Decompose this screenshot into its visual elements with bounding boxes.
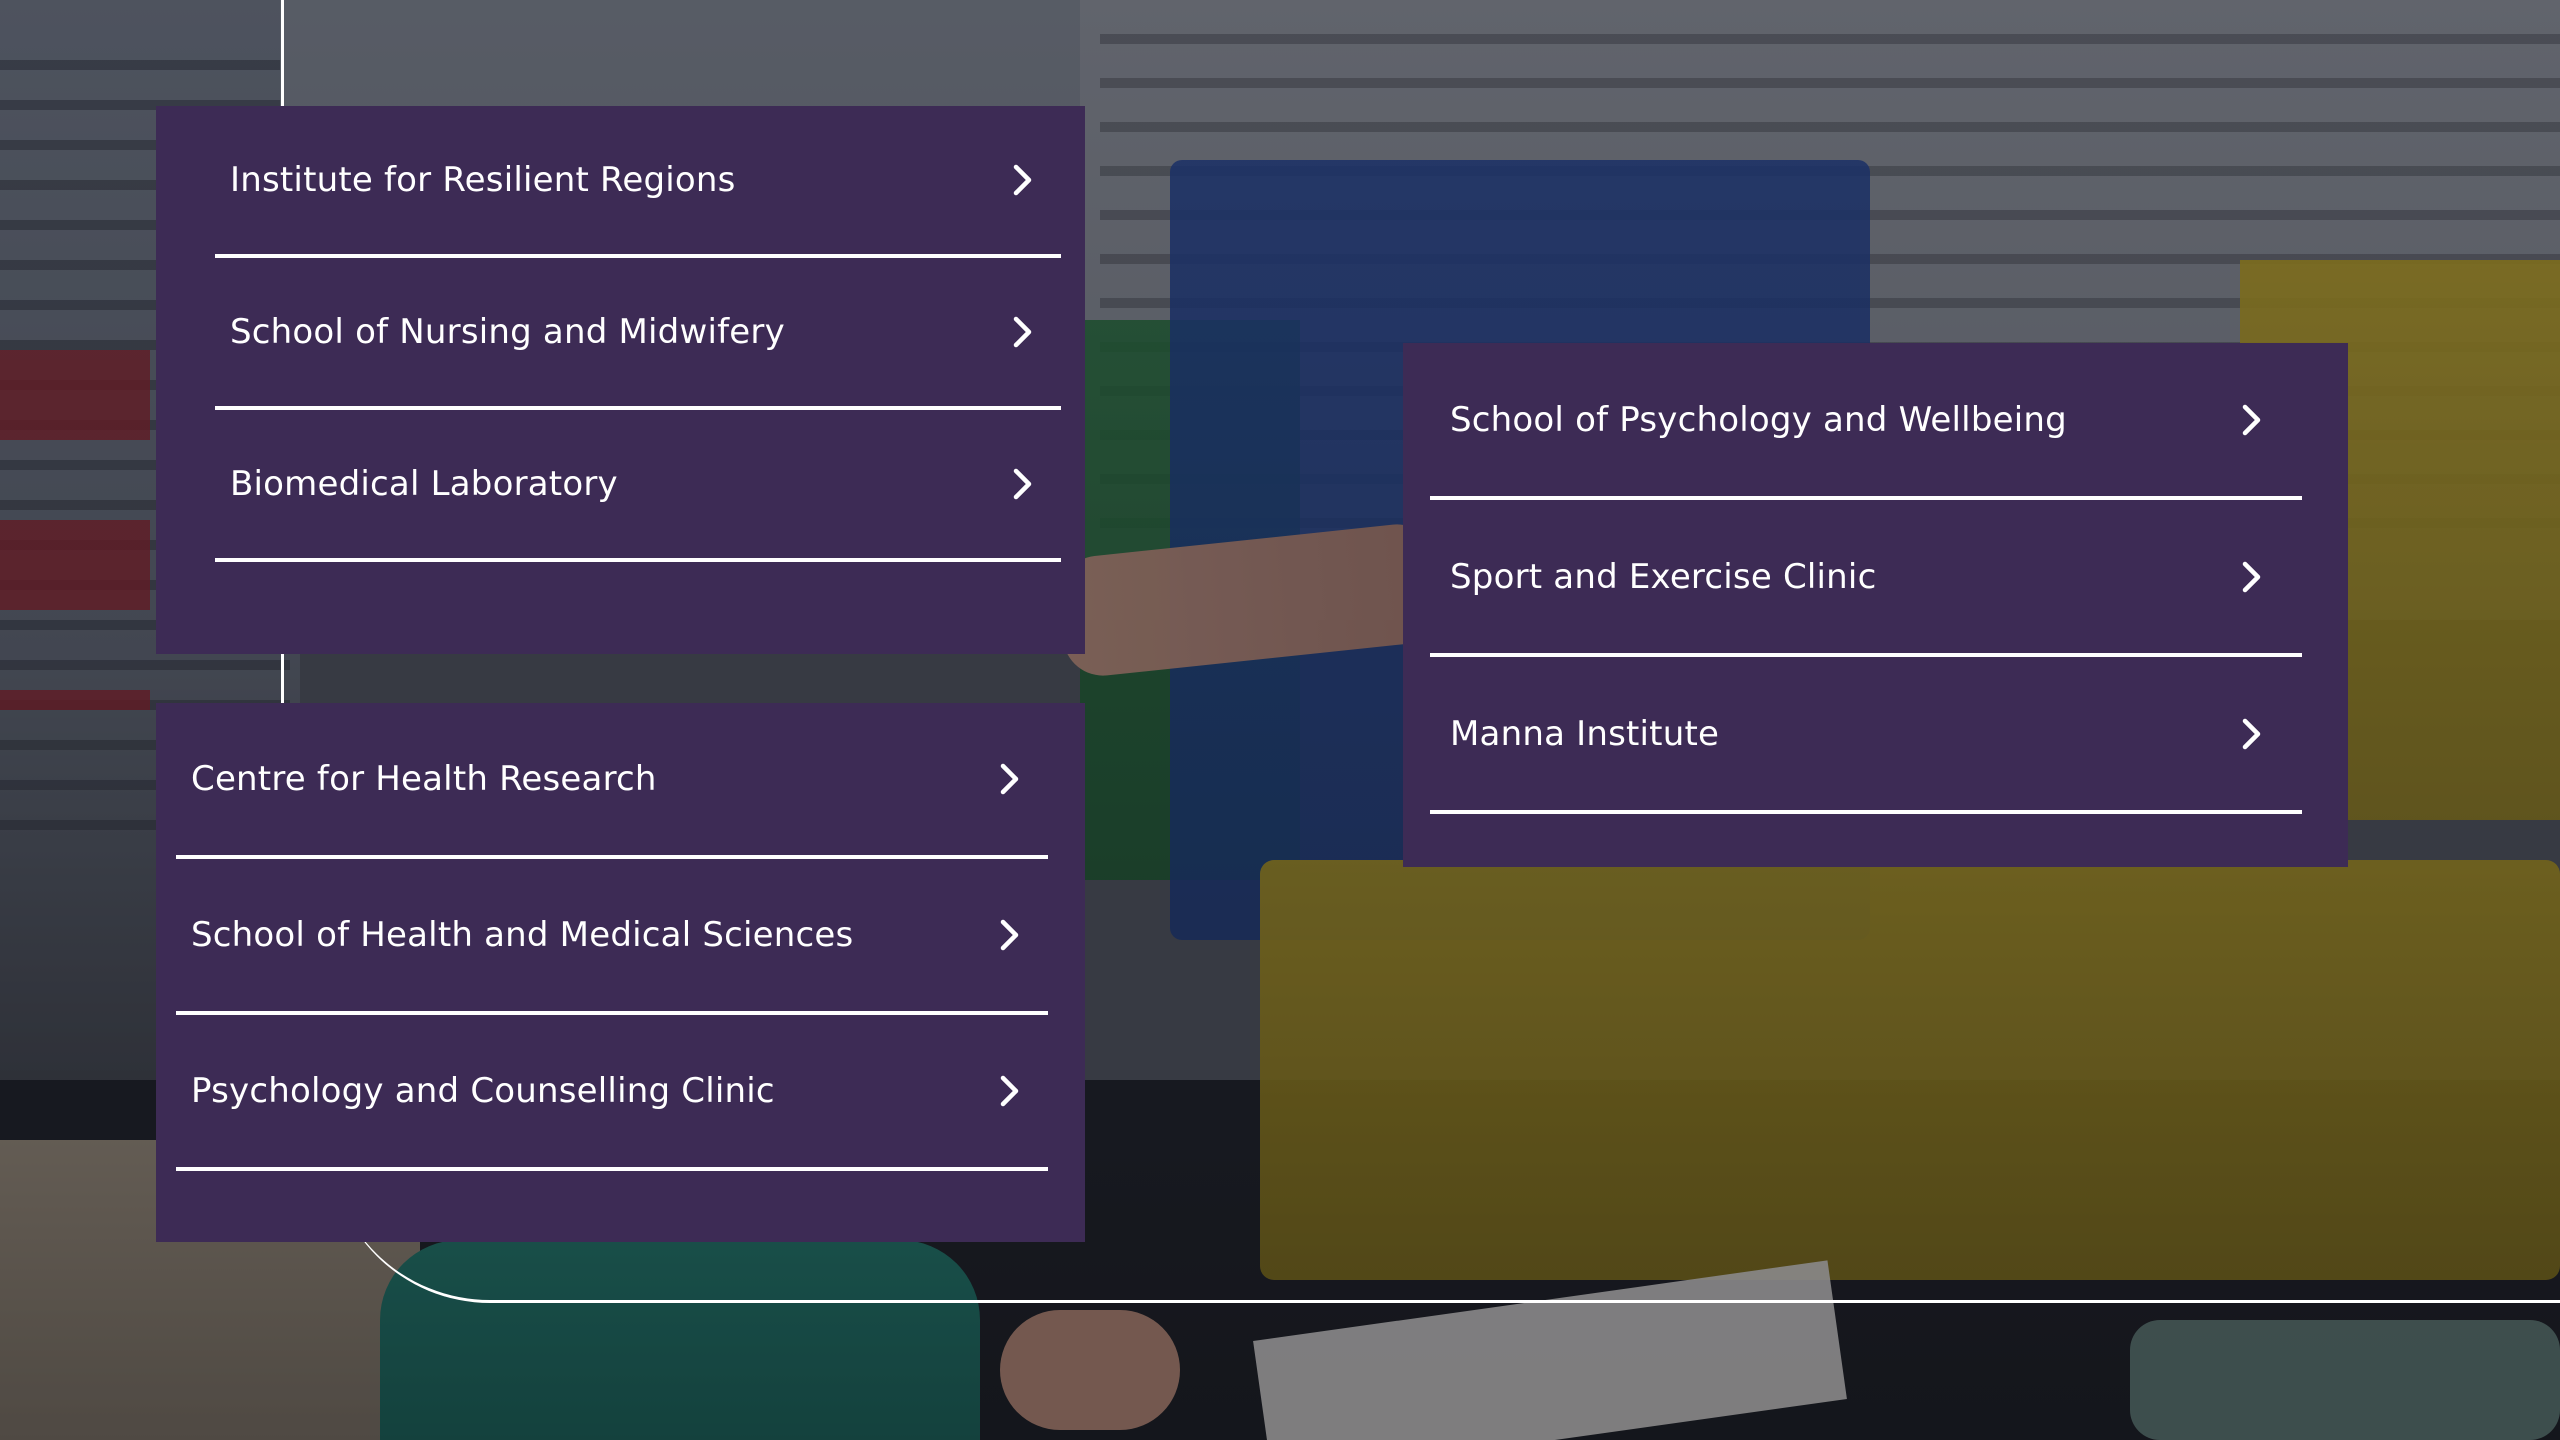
chevron-right-icon <box>998 1073 1022 1109</box>
decorative-line <box>281 650 284 710</box>
link-school-of-nursing-and-midwifery[interactable]: School of Nursing and Midwifery <box>215 258 1061 410</box>
chevron-right-icon <box>1011 314 1035 350</box>
link-panel-right: School of Psychology and Wellbeing Sport… <box>1403 343 2348 867</box>
link-panel-left-bottom: Centre for Health Research School of Hea… <box>156 703 1085 1242</box>
chevron-right-icon <box>998 761 1022 797</box>
chevron-right-icon <box>2240 402 2264 438</box>
link-label: Institute for Resilient Regions <box>230 160 736 200</box>
link-centre-for-health-research[interactable]: Centre for Health Research <box>176 703 1048 859</box>
link-label: School of Psychology and Wellbeing <box>1450 399 2067 440</box>
chevron-right-icon <box>998 917 1022 953</box>
chevron-right-icon <box>1011 466 1035 502</box>
chevron-right-icon <box>2240 559 2264 595</box>
link-sport-and-exercise-clinic[interactable]: Sport and Exercise Clinic <box>1430 500 2302 657</box>
link-school-of-psychology-and-wellbeing[interactable]: School of Psychology and Wellbeing <box>1430 343 2302 500</box>
link-label: Sport and Exercise Clinic <box>1450 556 1877 597</box>
link-panel-left-top: Institute for Resilient Regions School o… <box>156 106 1085 654</box>
decorative-line <box>281 0 284 110</box>
link-list: School of Psychology and Wellbeing Sport… <box>1430 343 2302 814</box>
link-label: Centre for Health Research <box>191 759 657 799</box>
link-label: School of Health and Medical Sciences <box>191 915 854 955</box>
link-biomedical-laboratory[interactable]: Biomedical Laboratory <box>215 410 1061 562</box>
link-label: School of Nursing and Midwifery <box>230 312 785 352</box>
link-psychology-and-counselling-clinic[interactable]: Psychology and Counselling Clinic <box>176 1015 1048 1171</box>
link-list: Centre for Health Research School of Hea… <box>176 703 1048 1171</box>
link-manna-institute[interactable]: Manna Institute <box>1430 657 2302 814</box>
link-label: Psychology and Counselling Clinic <box>191 1071 775 1111</box>
chevron-right-icon <box>1011 162 1035 198</box>
link-label: Biomedical Laboratory <box>230 464 618 504</box>
link-school-of-health-and-medical-sciences[interactable]: School of Health and Medical Sciences <box>176 859 1048 1015</box>
link-label: Manna Institute <box>1450 713 1720 754</box>
chevron-right-icon <box>2240 716 2264 752</box>
page: Institute for Resilient Regions School o… <box>0 0 2560 1440</box>
link-list: Institute for Resilient Regions School o… <box>215 106 1061 562</box>
link-institute-for-resilient-regions[interactable]: Institute for Resilient Regions <box>215 106 1061 258</box>
